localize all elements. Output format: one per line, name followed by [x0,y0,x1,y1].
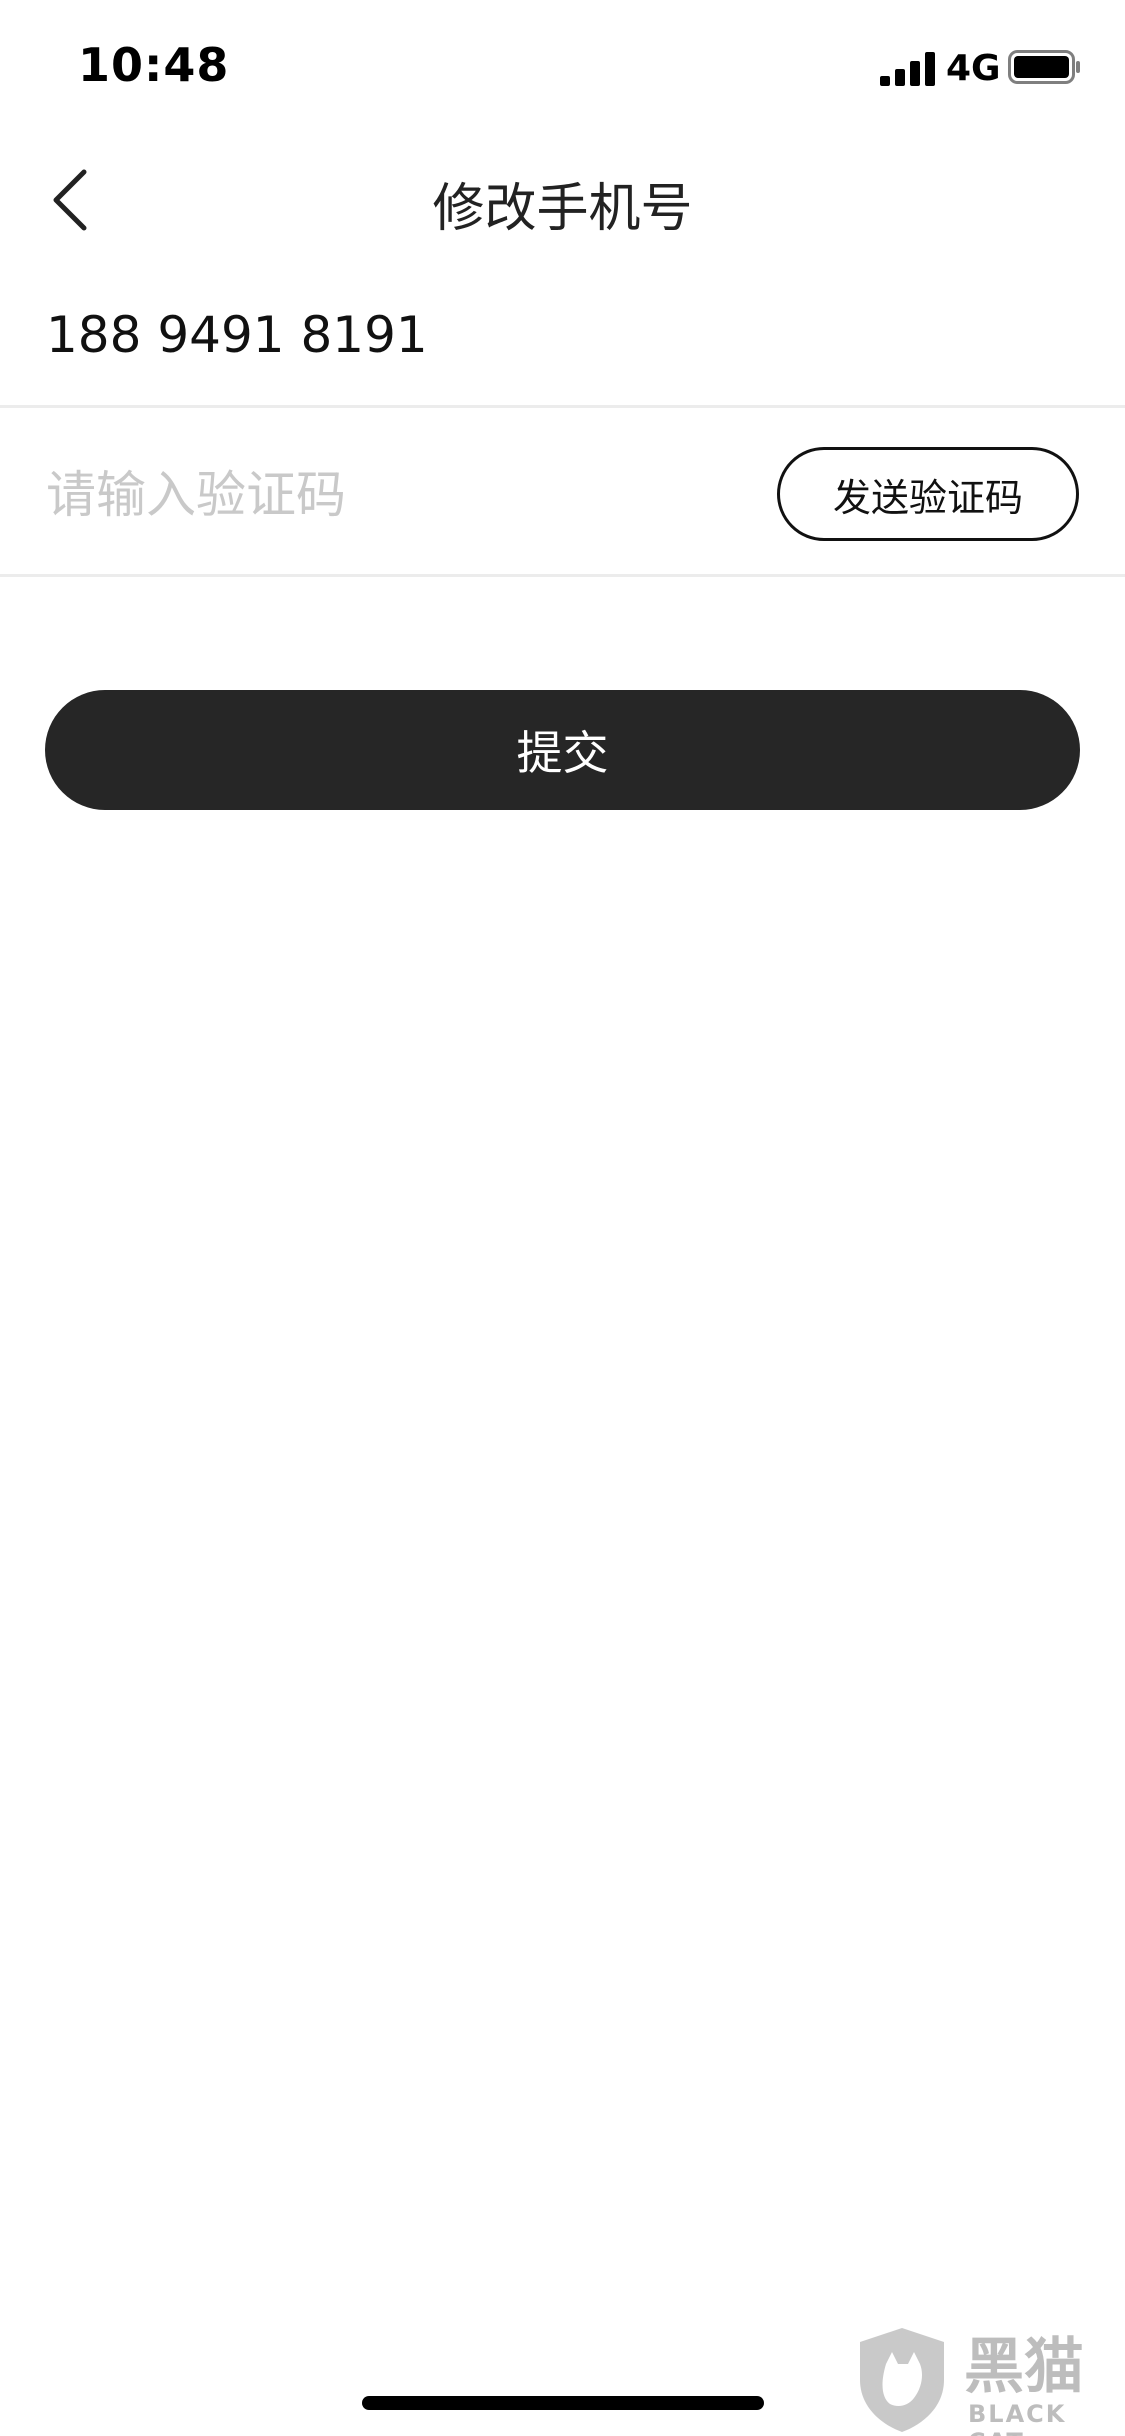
network-type: 4G [946,48,1001,89]
phone-number: 188 9491 8191 [46,306,428,364]
phone-row: 188 9491 8191 [0,262,1125,408]
status-time: 10:48 [78,38,230,92]
page-title: 修改手机号 [432,179,693,239]
change-phone-screen: 10:48 4G 修改手机号 188 9491 8191 发送验证码 提交 [0,0,1125,2436]
nav-bar: 修改手机号 [0,132,1125,262]
home-indicator[interactable] [362,2396,764,2410]
watermark-text-en: BLACK CAT [968,2400,1067,2436]
black-cat-shield-icon [860,2328,944,2432]
submit-button[interactable]: 提交 [45,690,1080,810]
watermark: 黑猫 BLACK CAT [852,2318,1125,2436]
watermark-text-cn: 黑猫 [964,2332,1084,2402]
verification-code-input[interactable] [46,455,726,535]
signal-icon [880,52,935,86]
send-code-button[interactable]: 发送验证码 [777,447,1079,541]
code-row: 发送验证码 [0,409,1125,577]
status-bar: 10:48 4G [0,0,1125,132]
battery-icon [1008,50,1080,84]
